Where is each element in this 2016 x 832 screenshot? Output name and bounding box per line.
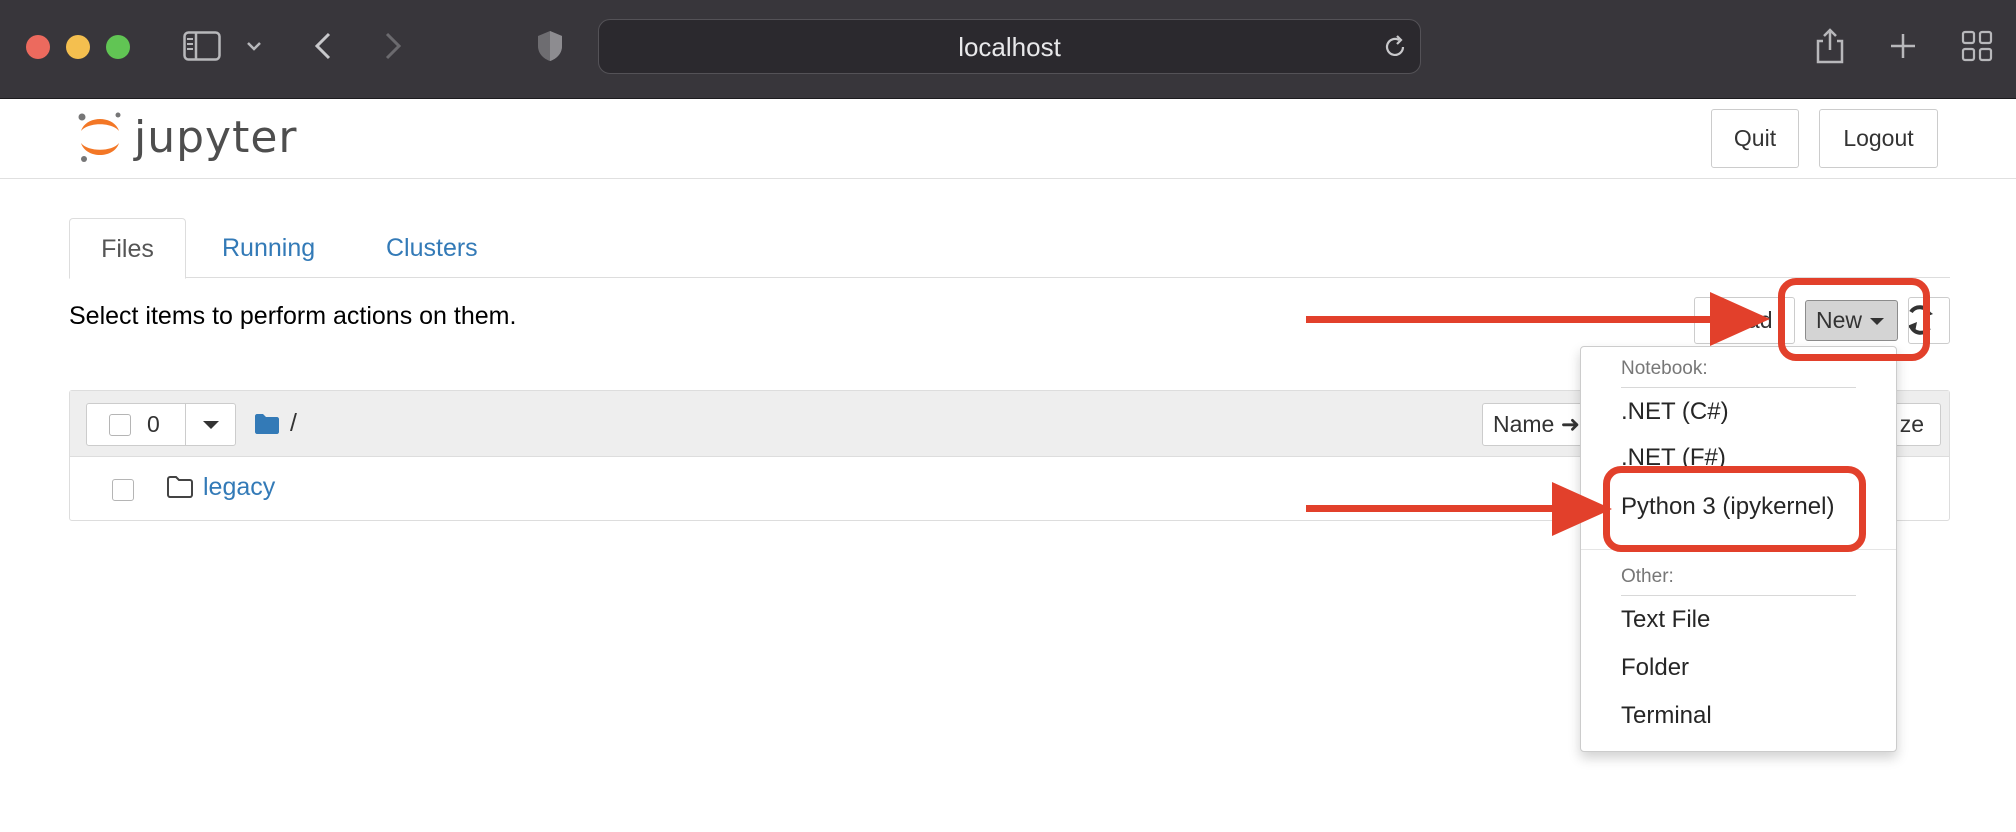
jupyter-logo[interactable]: jupyter (76, 109, 298, 165)
folder-icon (166, 475, 194, 504)
jupyter-header: jupyter Quit Logout (0, 99, 2016, 179)
tab-running[interactable]: Running (222, 218, 315, 279)
address-bar[interactable]: localhost (598, 19, 1421, 74)
sort-by-name-button[interactable]: Name ➜ (1482, 403, 1592, 446)
menu-item-terminal[interactable]: Terminal (1621, 702, 1712, 730)
annotation-arrow-line (1306, 505, 1564, 512)
select-all-checkbox[interactable] (109, 414, 131, 436)
annotation-arrow-line (1306, 316, 1722, 323)
quit-button[interactable]: Quit (1711, 109, 1799, 168)
jupyter-logo-text: jupyter (134, 111, 298, 163)
notebook-section-header: Notebook: (1621, 358, 1708, 379)
breadcrumb-root[interactable]: / (290, 409, 297, 438)
menu-item-folder[interactable]: Folder (1621, 654, 1689, 682)
selected-count: 0 (147, 411, 160, 437)
forward-icon[interactable] (378, 26, 408, 66)
sidebar-icon[interactable] (180, 26, 224, 66)
menu-item-text-file[interactable]: Text File (1621, 606, 1710, 634)
back-icon[interactable] (308, 26, 338, 66)
zoom-window-button[interactable] (106, 35, 130, 59)
select-menu-caret-icon[interactable] (203, 421, 219, 429)
share-icon[interactable] (1812, 26, 1848, 66)
selection-message: Select items to perform actions on them. (69, 302, 517, 330)
tab-files[interactable]: Files (69, 218, 186, 279)
row-checkbox[interactable] (112, 479, 134, 501)
shield-icon[interactable] (534, 26, 566, 66)
close-window-button[interactable] (26, 35, 50, 59)
minimize-window-button[interactable] (66, 35, 90, 59)
annotation-highlight-new (1778, 278, 1930, 361)
tabs-grid-icon[interactable] (1959, 26, 1995, 66)
chevron-down-icon[interactable] (242, 26, 266, 66)
divider (1621, 387, 1856, 388)
select-all-group: 0 (86, 403, 236, 446)
plus-icon[interactable] (1886, 26, 1920, 66)
tab-clusters[interactable]: Clusters (386, 218, 478, 279)
jupyter-logo-icon (78, 112, 121, 162)
menu-item-dotnet-fsharp[interactable]: .NET (F#) (1621, 444, 1726, 466)
divider (1621, 595, 1856, 596)
annotation-highlight-python (1603, 466, 1866, 552)
main-tabs: Files Running Clusters (69, 218, 1950, 279)
folder-open-icon[interactable] (254, 413, 280, 435)
breadcrumb: / (254, 409, 297, 438)
file-link-legacy[interactable]: legacy (203, 473, 275, 502)
reload-icon[interactable] (1382, 34, 1408, 65)
menu-item-dotnet-csharp[interactable]: .NET (C#) (1621, 398, 1729, 426)
divider (185, 404, 186, 445)
logout-button[interactable]: Logout (1819, 109, 1938, 168)
url-text: localhost (958, 32, 1061, 62)
other-section-header: Other: (1621, 566, 1674, 587)
browser-toolbar: localhost (0, 0, 2016, 99)
annotation-arrow-head (1710, 292, 1770, 346)
